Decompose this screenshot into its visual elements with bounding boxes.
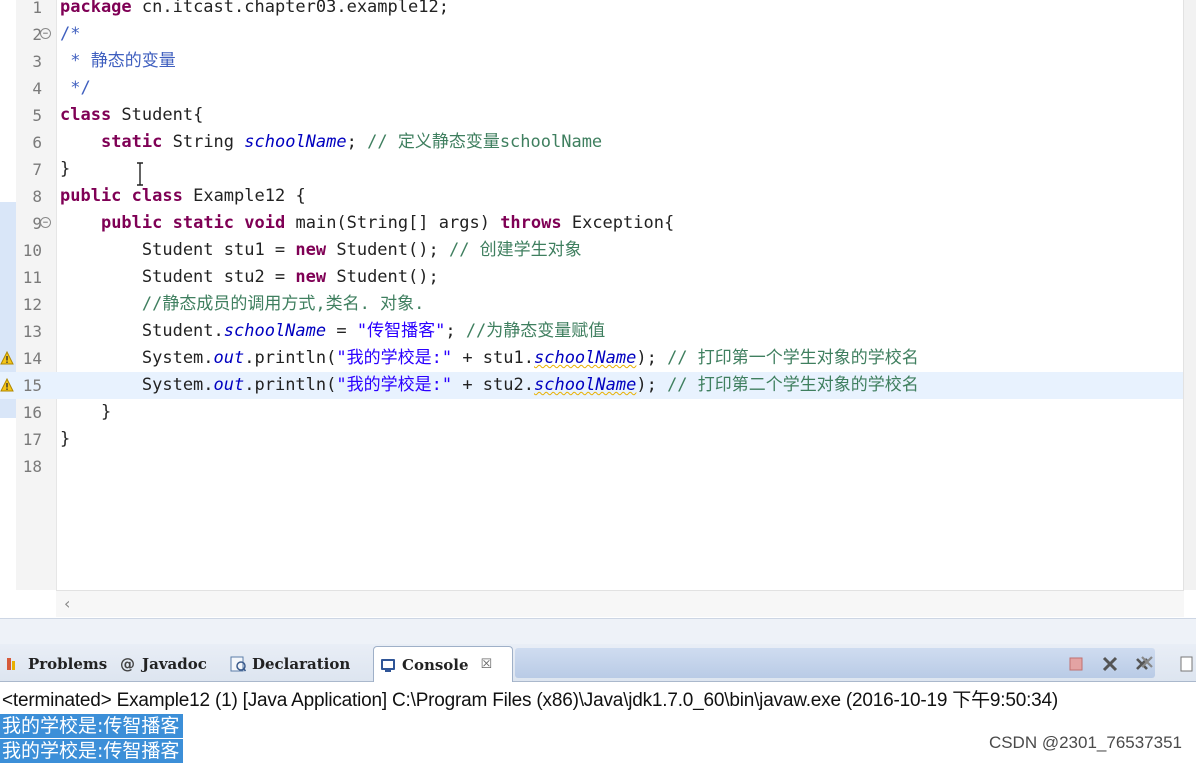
code-line[interactable]: 5 class Student{ xyxy=(0,102,1184,129)
line-number: 2 xyxy=(32,25,42,44)
bottom-view-tabbar: Problems @ Javadoc Declaration Console ☒ xyxy=(0,644,1196,682)
horizontal-scrollbar[interactable]: ‹ xyxy=(56,590,1184,617)
code-text[interactable]: } xyxy=(60,399,111,426)
line-number: 10 xyxy=(22,241,42,260)
code-text[interactable]: Student.schoolName = "传智播客"; //为静态变量赋值 xyxy=(60,318,605,345)
console-output-line[interactable]: 我的学校是:传智播客 xyxy=(0,739,184,763)
fold-toggle-icon[interactable]: − xyxy=(40,217,51,228)
code-line[interactable]: 3 * 静态的变量 xyxy=(0,48,1184,75)
line-number: 1 xyxy=(32,0,42,17)
code-line[interactable]: 1 package cn.itcast.chapter03.example12; xyxy=(0,0,1184,21)
code-text[interactable]: */ xyxy=(60,75,90,102)
code-text[interactable]: public static void main(String[] args) t… xyxy=(60,210,674,237)
code-line[interactable]: 7} xyxy=(0,156,1184,183)
code-line[interactable]: 4 */ xyxy=(0,75,1184,102)
terminate-icon[interactable] xyxy=(1066,654,1086,674)
view-separator xyxy=(0,618,1196,645)
remove-all-terminated-icon[interactable] xyxy=(1134,654,1154,674)
tab-javadoc[interactable]: @ Javadoc xyxy=(114,648,213,679)
code-editor[interactable]: 1 package cn.itcast.chapter03.example12; 2… xyxy=(0,0,1196,618)
code-line[interactable]: 6 static String schoolName; // 定义静态变量sch… xyxy=(0,129,1184,156)
code-line[interactable]: 11 Student stu2 = new Student(); xyxy=(0,264,1184,291)
code-line[interactable]: 14 System.out.println("我的学校是:" + stu1.sc… xyxy=(0,345,1184,372)
code-text[interactable]: System.out.println("我的学校是:" + stu2.schoo… xyxy=(60,372,919,399)
line-number: 14 xyxy=(22,349,42,368)
console-header: <terminated> Example12 (1) [Java Applica… xyxy=(2,690,1059,711)
code-text[interactable]: /* xyxy=(60,21,80,48)
line-number: 8 xyxy=(32,187,42,206)
tabbar-empty-area xyxy=(515,648,1155,678)
console-output-line[interactable]: 我的学校是:传智播客 xyxy=(0,714,184,738)
code-text[interactable]: Student stu1 = new Student(); // 创建学生对象 xyxy=(60,237,582,264)
tab-label: Problems xyxy=(28,654,108,673)
watermark: CSDN @2301_76537351 xyxy=(988,733,1182,752)
code-line[interactable]: 2−/* xyxy=(0,21,1184,48)
text-cursor-icon xyxy=(137,162,143,186)
code-text[interactable]: static String schoolName; // 定义静态变量schoo… xyxy=(60,129,602,156)
line-number: 5 xyxy=(32,106,42,125)
line-number: 7 xyxy=(32,160,42,179)
code-line[interactable]: 18 xyxy=(0,453,1184,480)
code-text[interactable]: } xyxy=(60,426,70,453)
close-icon[interactable]: ☒ xyxy=(481,657,493,672)
line-number: 4 xyxy=(32,79,42,98)
line-number: 11 xyxy=(22,268,42,287)
scroll-left-icon[interactable]: ‹ xyxy=(64,594,70,613)
tab-label: Console xyxy=(402,655,469,674)
code-line[interactable]: 8 public class Example12 { xyxy=(0,183,1184,210)
code-line[interactable]: 17} xyxy=(0,426,1184,453)
code-line[interactable]: 13 Student.schoolName = "传智播客"; //为静态变量赋… xyxy=(0,318,1184,345)
code-text[interactable]: //静态成员的调用方式,类名. 对象. xyxy=(60,291,424,318)
javadoc-icon: @ xyxy=(120,654,135,673)
code-text[interactable]: public class Example12 { xyxy=(60,183,306,210)
problems-icon xyxy=(7,657,15,670)
line-number: 13 xyxy=(22,322,42,341)
line-number: 18 xyxy=(22,457,42,476)
line-number: 15 xyxy=(22,376,42,395)
code-text[interactable]: Student stu2 = new Student(); xyxy=(60,264,439,291)
code-line[interactable]: 16 } xyxy=(0,399,1184,426)
code-line[interactable]: 15 System.out.println("我的学校是:" + stu2.sc… xyxy=(0,372,1184,399)
code-text[interactable]: package cn.itcast.chapter03.example12; xyxy=(60,0,449,21)
fold-toggle-icon[interactable]: − xyxy=(40,28,51,39)
line-number: 17 xyxy=(22,430,42,449)
warning-icon[interactable] xyxy=(0,351,14,365)
declaration-icon xyxy=(230,656,246,671)
code-text[interactable]: System.out.println("我的学校是:" + stu1.schoo… xyxy=(60,345,919,372)
warning-icon[interactable] xyxy=(0,378,14,392)
tab-label: Declaration xyxy=(252,654,351,673)
code-line[interactable]: 9− public static void main(String[] args… xyxy=(0,210,1184,237)
console-panel[interactable]: <terminated> Example12 (1) [Java Applica… xyxy=(0,682,1196,763)
code-line[interactable]: 10 Student stu1 = new Student(); // 创建学生… xyxy=(0,237,1184,264)
line-number: 9 xyxy=(32,214,42,233)
line-number: 3 xyxy=(32,52,42,71)
code-text[interactable]: } xyxy=(60,156,70,183)
overview-ruler xyxy=(1183,0,1196,590)
remove-launch-icon[interactable] xyxy=(1100,654,1120,674)
console-icon xyxy=(381,658,395,672)
tab-declaration[interactable]: Declaration xyxy=(224,648,356,679)
tab-label: Javadoc xyxy=(142,654,207,673)
code-text[interactable]: * 静态的变量 xyxy=(60,48,175,75)
view-menu-icon[interactable] xyxy=(1178,654,1194,674)
code-text[interactable]: class Student{ xyxy=(60,102,203,129)
tab-console[interactable]: Console ☒ xyxy=(373,646,513,682)
line-number: 12 xyxy=(22,295,42,314)
code-line[interactable]: 12 //静态成员的调用方式,类名. 对象. xyxy=(0,291,1184,318)
line-number: 6 xyxy=(32,133,42,152)
line-number: 16 xyxy=(22,403,42,422)
tab-problems[interactable]: Problems xyxy=(0,648,113,679)
